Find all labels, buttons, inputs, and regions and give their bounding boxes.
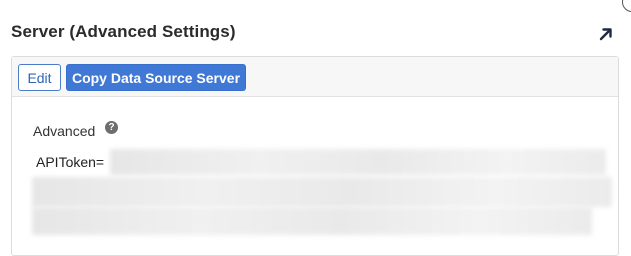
- redacted-value-line-2: [32, 177, 612, 207]
- arrow-up-right-icon[interactable]: [598, 26, 614, 42]
- window-corner-control: [622, 0, 631, 12]
- question-circle-icon[interactable]: ?: [105, 121, 118, 134]
- copy-data-source-server-button[interactable]: Copy Data Source Server: [66, 64, 246, 91]
- api-token-prefix: APIToken=: [36, 154, 105, 170]
- redacted-value-line-3: [32, 207, 592, 235]
- settings-panel: Edit Copy Data Source Server Advanced ? …: [11, 56, 619, 256]
- edit-button[interactable]: Edit: [18, 64, 61, 91]
- redacted-value-line-1: [110, 149, 606, 175]
- advanced-label: Advanced: [33, 123, 96, 139]
- advanced-value: APIToken=: [36, 154, 104, 170]
- panel-toolbar: Edit Copy Data Source Server: [12, 57, 618, 97]
- section-title: Server (Advanced Settings): [11, 22, 236, 41]
